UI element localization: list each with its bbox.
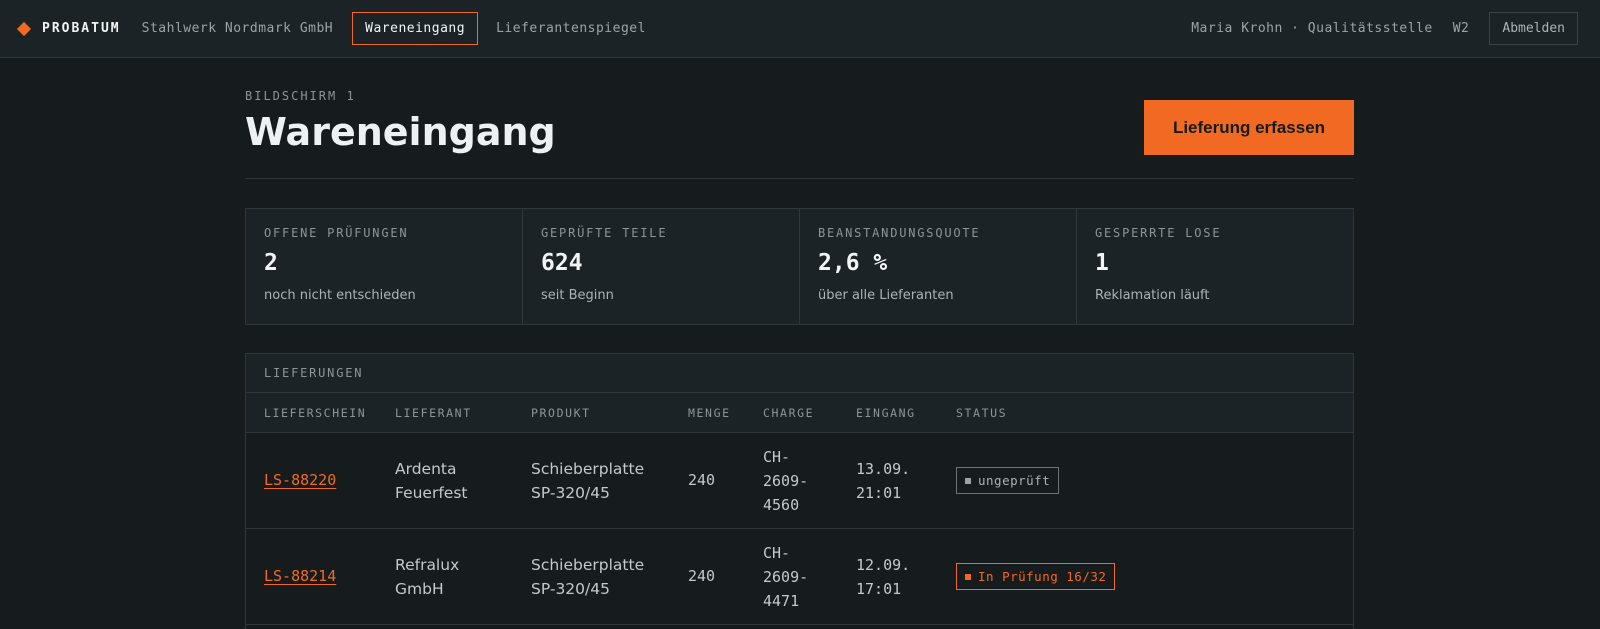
square-status-icon (965, 477, 971, 484)
stats-panel: OFFENE PRÜFUNGEN 2 noch nicht entschiede… (245, 208, 1354, 325)
batch-line-3: 4471 (763, 592, 800, 610)
stat-complaint-rate: BEANSTANDUNGSQUOTE 2,6 % über alle Liefe… (800, 209, 1077, 324)
quantity-cell: 240 (688, 567, 716, 585)
quantity-cell: 240 (688, 471, 716, 489)
arrival-time: 21:01 (856, 484, 902, 502)
add-delivery-button[interactable]: Lieferung erfassen (1144, 100, 1354, 155)
batch-line-2: 2609- (763, 472, 809, 490)
status-text: ungeprüft (978, 473, 1051, 488)
brand-name: PROBATUM (42, 21, 121, 36)
stat-value: 2,6 % (818, 250, 888, 276)
product-line-2: SP-320/45 (531, 484, 610, 502)
table-row[interactable]: LS-88220 Ardenta Feuerfest Schieberplatt… (246, 433, 1353, 529)
stat-subtext: über alle Lieferanten (818, 288, 954, 303)
stat-value: 2 (264, 250, 278, 276)
batch-line-3: 4560 (763, 496, 800, 514)
arrival-cell: 12.09. 17:01 (856, 553, 910, 601)
user-area: Maria Krohn · Qualitätsstelle W2 Abmelde… (1191, 12, 1578, 45)
column-header-menge[interactable]: MENGE (688, 406, 731, 420)
square-status-icon (965, 573, 971, 580)
arrival-time: 17:01 (856, 580, 902, 598)
column-header-eingang[interactable]: EINGANG (856, 406, 916, 420)
supplier-line-1: Refralux (395, 556, 460, 574)
supplier-cell: Ardenta Feuerfest (395, 457, 467, 505)
screen-eyebrow: BILDSCHIRM 1 (245, 89, 356, 103)
stat-blocked-lots: GESPERRTE LOSE 1 Reklamation läuft (1077, 209, 1353, 324)
tab-lieferantenspiegel[interactable]: Lieferantenspiegel (483, 12, 659, 45)
status-text: In Prüfung 16/32 (978, 569, 1107, 584)
status-badge: In Prüfung 16/32 (956, 563, 1116, 590)
product-cell: Schieberplatte SP-320/45 (531, 457, 644, 505)
supplier-line-2: GmbH (395, 580, 444, 598)
stat-inspected-parts: GEPRÜFTE TEILE 624 seit Beginn (523, 209, 800, 324)
status-badge: ungeprüft (956, 467, 1060, 494)
batch-cell: CH- 2609- 4471 (763, 541, 808, 613)
stat-subtext: noch nicht entschieden (264, 288, 416, 303)
column-header-lieferschein[interactable]: LIEFERSCHEIN (264, 406, 366, 420)
arrival-date: 13.09. (856, 460, 911, 478)
stat-open-inspections: OFFENE PRÜFUNGEN 2 noch nicht entschiede… (246, 209, 523, 324)
stat-value: 624 (541, 250, 583, 276)
delivery-note-link[interactable]: LS-88214 (264, 567, 336, 585)
header-divider (245, 178, 1354, 179)
batch-line-2: 2609- (763, 568, 809, 586)
product-line-2: SP-320/45 (531, 580, 610, 598)
column-header-produkt[interactable]: PRODUKT (531, 406, 591, 420)
table-header: LIEFERSCHEIN LIEFERANT PRODUKT MENGE CHA… (246, 393, 1353, 433)
workstation-label: W2 (1452, 21, 1470, 36)
delivery-note-link[interactable]: LS-88220 (264, 471, 336, 489)
table-caption: LIEFERUNGEN (246, 354, 1353, 393)
stat-subtext: seit Beginn (541, 288, 614, 303)
deliveries-table: LIEFERUNGEN LIEFERSCHEIN LIEFERANT PRODU… (245, 353, 1354, 629)
page-title: Wareneingang (245, 110, 556, 154)
arrival-date: 12.09. (856, 556, 911, 574)
column-header-charge[interactable]: CHARGE (763, 406, 814, 420)
company-name: Stahlwerk Nordmark GmbH (141, 21, 334, 36)
stat-label: GESPERRTE LOSE (1095, 226, 1222, 240)
batch-line-1: CH- (763, 544, 791, 562)
diamond-logo-icon (16, 21, 32, 36)
brand[interactable]: PROBATUM (16, 21, 121, 36)
supplier-cell: Refralux GmbH (395, 553, 459, 601)
arrival-cell: 13.09. 21:01 (856, 457, 910, 505)
stat-label: GEPRÜFTE TEILE (541, 226, 668, 240)
supplier-line-1: Ardenta (395, 460, 457, 478)
top-navigation-bar: PROBATUM Stahlwerk Nordmark GmbH Warenei… (0, 0, 1600, 58)
column-header-lieferant[interactable]: LIEFERANT (395, 406, 472, 420)
batch-line-1: CH- (763, 448, 791, 466)
product-line-1: Schieberplatte (531, 460, 645, 478)
supplier-line-2: Feuerfest (395, 484, 468, 502)
product-cell: Schieberplatte SP-320/45 (531, 553, 644, 601)
current-user: Maria Krohn · Qualitätsstelle (1191, 21, 1433, 36)
batch-cell: CH- 2609- 4560 (763, 445, 808, 517)
product-line-1: Schieberplatte (531, 556, 645, 574)
stat-subtext: Reklamation läuft (1095, 288, 1210, 303)
tab-wareneingang[interactable]: Wareneingang (352, 12, 479, 45)
logout-button[interactable]: Abmelden (1489, 12, 1578, 45)
column-header-status[interactable]: STATUS (956, 406, 1007, 420)
stat-value: 1 (1095, 250, 1109, 276)
stat-label: OFFENE PRÜFUNGEN (264, 226, 409, 240)
table-row[interactable]: LS-88214 Refralux GmbH Schieberplatte SP… (246, 529, 1353, 625)
stat-label: BEANSTANDUNGSQUOTE (818, 226, 981, 240)
